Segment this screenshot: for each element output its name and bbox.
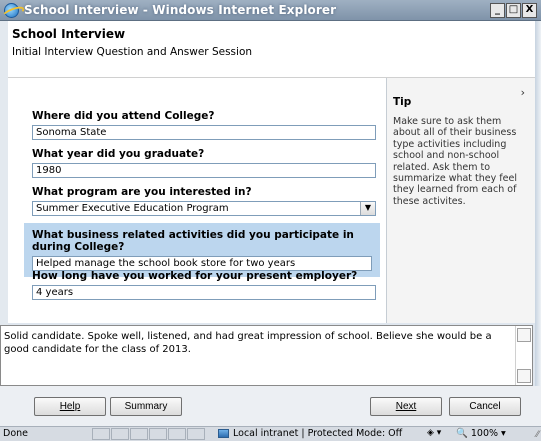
button-bar: Help Summary Next Cancel	[0, 386, 541, 426]
next-button[interactable]: Next	[370, 397, 442, 416]
help-button[interactable]: Help	[34, 397, 106, 416]
tip-panel: › Tip Make sure to ask them about all of…	[387, 78, 535, 323]
summary-button[interactable]: Summary	[110, 397, 182, 416]
question-graduation-year: What year did you graduate? 1980	[32, 148, 376, 178]
status-text: Done	[3, 428, 28, 439]
window-controls: _ □ X	[489, 3, 537, 18]
question-label: What year did you graduate?	[32, 148, 205, 160]
chevron-down-icon[interactable]: ▼	[360, 202, 375, 215]
minimize-button[interactable]: _	[490, 3, 505, 18]
question-employment-length: How long have you worked for your presen…	[32, 270, 376, 300]
notes-text[interactable]: Solid candidate. Spoke well, listened, a…	[4, 330, 512, 356]
protected-mode-icon[interactable]: ◈ ▾	[427, 427, 441, 440]
answer-field-business-activities[interactable]: Helped manage the school book store for …	[32, 256, 372, 271]
intranet-zone-icon	[218, 429, 229, 438]
cancel-button[interactable]: Cancel	[449, 397, 521, 416]
question-label: Where did you attend College?	[32, 110, 215, 122]
answer-field-graduation-year[interactable]: 1980	[32, 163, 376, 178]
status-cell	[168, 428, 186, 440]
notes-textarea[interactable]: Solid candidate. Spoke well, listened, a…	[0, 325, 533, 386]
summary-button-label: Summary	[124, 401, 168, 412]
status-cell	[149, 428, 167, 440]
interview-form: Where did you attend College? Sonoma Sta…	[8, 78, 535, 323]
next-button-label: Next	[395, 401, 417, 412]
program-select-value[interactable]: Summer Executive Education Program	[32, 201, 376, 216]
notes-scrollbar[interactable]	[515, 326, 532, 385]
zoom-control[interactable]: 🔍 100% ▾	[456, 427, 506, 440]
scroll-up-button[interactable]	[517, 328, 531, 342]
page-subtitle: Initial Interview Question and Answer Se…	[12, 46, 253, 58]
question-college: Where did you attend College? Sonoma Sta…	[32, 110, 376, 140]
answer-field-college[interactable]: Sonoma State	[32, 125, 376, 140]
window-right-frame	[535, 21, 541, 386]
status-cell	[92, 428, 110, 440]
status-cell	[111, 428, 129, 440]
chevron-right-icon[interactable]: ›	[521, 86, 525, 99]
question-program: What program are you interested in? Summ…	[32, 186, 376, 216]
status-cell	[187, 428, 205, 440]
tip-text: Make sure to ask them about all of their…	[393, 116, 517, 207]
status-bar: Done Local intranet | Protected Mode: Of…	[0, 426, 541, 441]
close-button[interactable]: X	[522, 3, 537, 18]
window-title-bar: School Interview - Windows Internet Expl…	[0, 0, 541, 21]
question-label: What program are you interested in?	[32, 186, 252, 198]
page-header: School Interview Initial Interview Quest…	[8, 21, 535, 78]
question-label: How long have you worked for your presen…	[32, 270, 358, 282]
scroll-down-button[interactable]	[517, 369, 531, 383]
help-button-label: Help	[59, 401, 81, 412]
security-zone[interactable]: Local intranet | Protected Mode: Off	[218, 427, 402, 440]
window-left-frame	[0, 21, 8, 326]
page-title: School Interview	[12, 27, 126, 41]
internet-explorer-icon	[4, 3, 19, 18]
maximize-button[interactable]: □	[506, 3, 521, 18]
cancel-button-label: Cancel	[469, 401, 501, 412]
resize-grip-icon[interactable]: ⁄⁄	[536, 429, 539, 441]
security-zone-text: Local intranet | Protected Mode: Off	[233, 428, 403, 439]
answer-field-employment-length[interactable]: 4 years	[32, 285, 376, 300]
tip-title: Tip	[393, 96, 412, 108]
zoom-level: 100%	[470, 428, 499, 439]
question-business-activities: What business related activities did you…	[24, 223, 380, 277]
status-cells	[92, 428, 206, 440]
question-label: What business related activities did you…	[32, 229, 354, 253]
status-cell	[130, 428, 148, 440]
program-select[interactable]: Summer Executive Education Program ▼	[32, 201, 376, 216]
window-title: School Interview - Windows Internet Expl…	[24, 3, 337, 17]
